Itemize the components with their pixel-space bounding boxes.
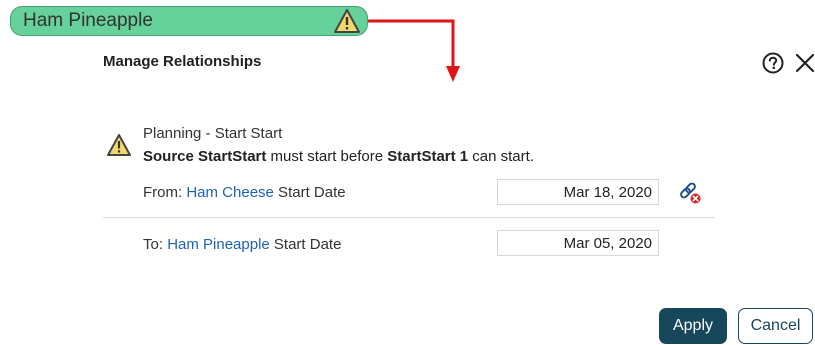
- cancel-button[interactable]: Cancel: [738, 308, 813, 344]
- relationship-type-label: Planning - Start Start: [143, 125, 283, 142]
- row-divider: [103, 217, 715, 218]
- to-prefix: To:: [143, 236, 168, 253]
- source-task-name: Source StartStart: [143, 148, 267, 165]
- warning-icon: [107, 134, 131, 156]
- unlink-icon[interactable]: [678, 181, 702, 205]
- from-suffix: Start Date: [273, 184, 346, 201]
- dialog-title: Manage Relationships: [103, 53, 262, 70]
- close-icon[interactable]: [795, 53, 815, 73]
- apply-button[interactable]: Apply: [659, 308, 727, 344]
- to-task-link[interactable]: Ham Pineapple: [167, 236, 270, 253]
- message-end: can start.: [468, 148, 534, 165]
- from-row-label: From: Ham Cheese Start Date: [143, 184, 346, 201]
- target-task-name: StartStart 1: [387, 148, 469, 165]
- relationship-message: Source StartStart must start before Star…: [143, 148, 534, 165]
- relationship-arrow: [368, 19, 460, 82]
- from-prefix: From:: [143, 184, 187, 201]
- to-row-label: To: Ham Pineapple Start Date: [143, 236, 341, 253]
- from-date-field[interactable]: Mar 18, 2020: [497, 179, 659, 205]
- question-circle-icon[interactable]: [762, 52, 784, 74]
- to-suffix: Start Date: [269, 236, 342, 253]
- from-task-link[interactable]: Ham Cheese: [186, 184, 274, 201]
- to-date-field[interactable]: Mar 05, 2020: [497, 230, 659, 256]
- message-middle: must start before: [266, 148, 388, 165]
